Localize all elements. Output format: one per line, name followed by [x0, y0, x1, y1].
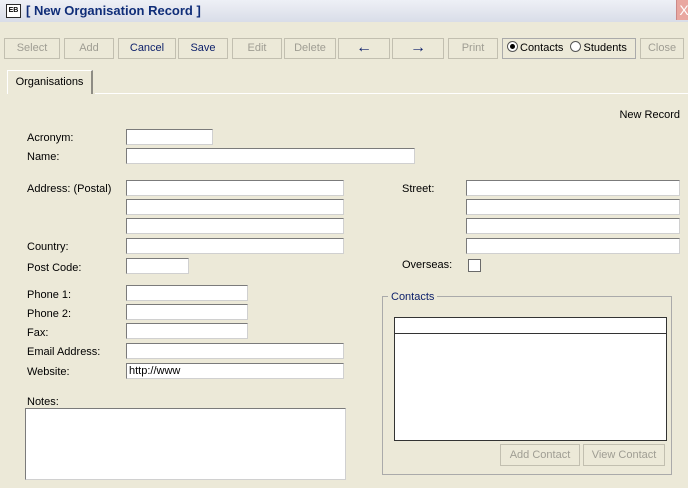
save-button[interactable]: Save [178, 38, 228, 59]
phone1-field[interactable] [126, 285, 248, 301]
contacts-list-header [395, 318, 666, 334]
phone2-field[interactable] [126, 304, 248, 320]
record-type-radio-group: Contacts Students [502, 38, 636, 59]
tab-organisations[interactable]: Organisations [7, 70, 93, 94]
overseas-checkbox[interactable] [468, 259, 481, 272]
students-radio-label: Students [583, 42, 627, 54]
delete-button[interactable]: Delete [284, 38, 336, 59]
view-contact-button[interactable]: View Contact [583, 444, 665, 466]
cancel-button[interactable]: Cancel [118, 38, 176, 59]
name-label: Name: [27, 151, 60, 163]
contacts-group-title: Contacts [388, 291, 438, 303]
acronym-field[interactable] [126, 129, 213, 145]
close-button[interactable]: Close [640, 38, 684, 59]
post-code-field[interactable] [126, 258, 189, 274]
form-icon: EB [6, 4, 21, 18]
acronym-label: Acronym: [27, 132, 74, 144]
street-line-2-field[interactable] [466, 199, 680, 215]
email-label: Email Address: [27, 346, 101, 358]
contacts-radio-label: Contacts [520, 42, 564, 54]
title-bar[interactable]: EB [ New Organisation Record ] X [0, 0, 688, 23]
students-radio[interactable] [570, 41, 582, 52]
street-line-4-field[interactable] [466, 238, 680, 254]
country-label: Country: [27, 241, 69, 253]
address-line-2-field[interactable] [126, 199, 344, 215]
contacts-radio[interactable] [507, 41, 518, 52]
email-field[interactable] [126, 343, 344, 359]
post-code-label: Post Code: [27, 262, 82, 274]
street-line-3-field[interactable] [466, 218, 680, 234]
overseas-label: Overseas: [402, 259, 453, 271]
add-button[interactable]: Add [64, 38, 114, 59]
edit-button[interactable]: Edit [232, 38, 282, 59]
name-field[interactable] [126, 148, 415, 164]
print-button[interactable]: Print [448, 38, 498, 59]
notes-label: Notes: [27, 396, 59, 408]
website-field[interactable]: http://www [126, 363, 344, 379]
country-field[interactable] [126, 238, 344, 254]
tab-divider [95, 93, 688, 94]
phone1-label: Phone 1: [27, 289, 72, 301]
address-line-1-field[interactable] [126, 180, 344, 196]
window-title: [ New Organisation Record ] [26, 3, 201, 18]
fax-field[interactable] [126, 323, 248, 339]
organisation-window: EB [ New Organisation Record ] X Select … [0, 0, 688, 488]
toolbar: Select Add Cancel Save Edit Delete ← → P… [0, 22, 688, 64]
record-status: New Record [619, 109, 680, 121]
close-icon[interactable]: X [676, 0, 688, 20]
select-button[interactable]: Select [4, 38, 60, 59]
previous-record-button[interactable]: ← [338, 38, 390, 59]
website-label: Website: [27, 366, 70, 378]
next-record-button[interactable]: → [392, 38, 444, 59]
phone2-label: Phone 2: [27, 308, 72, 320]
address-line-3-field[interactable] [126, 218, 344, 234]
street-label: Street: [402, 183, 435, 195]
contacts-list[interactable] [394, 317, 667, 441]
add-contact-button[interactable]: Add Contact [500, 444, 580, 466]
street-line-1-field[interactable] [466, 180, 680, 196]
fax-label: Fax: [27, 327, 49, 339]
notes-textarea[interactable] [25, 408, 346, 480]
address-label: Address: (Postal) [27, 183, 112, 195]
